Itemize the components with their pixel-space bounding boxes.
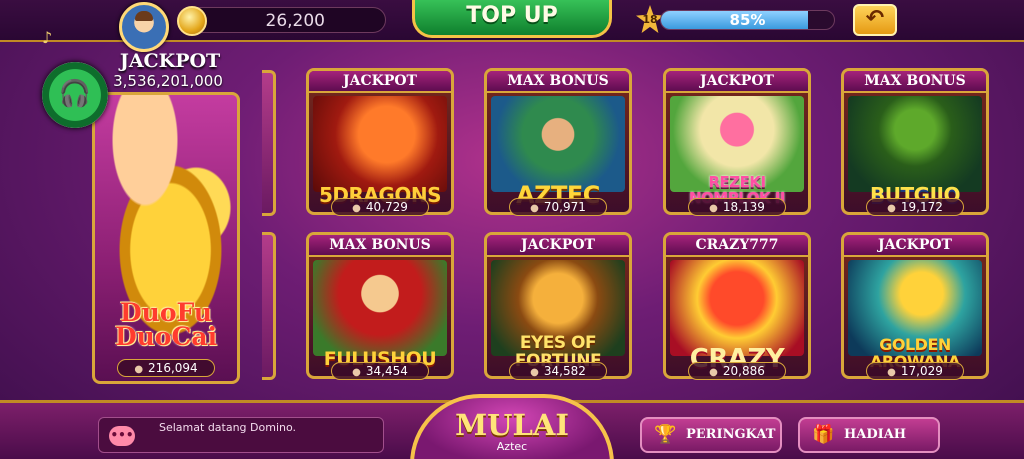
game-tile-rezeki-nomplok[interactable]: JACKPOT REZEKI NOMPLOK II ●18,139 (663, 68, 811, 216)
player-count: ● 40,729 (331, 198, 429, 216)
game-tag: JACKPOT (487, 235, 629, 257)
game-art (848, 96, 982, 192)
user-icon: ● (352, 367, 361, 378)
game-tile-5dragons[interactable]: JACKPOT 5DRAGONS ● 40,729 (306, 68, 454, 216)
music-note-icon: ♪ (42, 28, 53, 47)
chat-message-box[interactable]: ••• Selamat datang Domino. (98, 417, 384, 453)
player-count-value: 70,971 (543, 200, 586, 214)
headphone-icon[interactable]: 🎧 (42, 62, 108, 128)
user-icon: ● (530, 203, 539, 214)
user-icon: ● (134, 364, 144, 375)
chat-message-text: Selamat datang Domino. (159, 421, 297, 434)
player-count: ● 20,886 (688, 362, 786, 380)
player-count-value: 34,454 (365, 364, 408, 378)
avatar[interactable] (119, 2, 169, 52)
game-tag: JACKPOT (309, 71, 451, 93)
coin-balance: 26,200 (177, 6, 386, 36)
start-button-game: Aztec (496, 440, 528, 453)
game-tile-eyes-of-fortune[interactable]: JACKPOT EYES OF FORTUNE ● 34,582 (484, 232, 632, 380)
user-icon: ● (530, 367, 539, 378)
ranking-button[interactable]: 🏆 PERINGKAT (640, 417, 782, 453)
game-art (313, 260, 447, 356)
player-count-value: 19,172 (900, 200, 943, 214)
player-count-value: 17,029 (900, 364, 943, 378)
trophy-icon: 🏆 (654, 424, 677, 445)
player-count-value: 18,139 (722, 200, 765, 214)
coin-icon (177, 6, 207, 36)
featured-jackpot-value: 3,536,201,000 (113, 72, 223, 90)
top-up-button[interactable]: TOP UP (412, 0, 612, 38)
game-tag: MAX BONUS (487, 71, 629, 93)
player-count: ● 17,029 (866, 362, 964, 380)
my-gifts-button[interactable]: 🎁 HADIAH SAYA (798, 417, 940, 453)
coin-value: 26,200 (265, 11, 325, 31)
undo-arrow-icon: ↶ (865, 6, 885, 31)
player-count: ● 70,971 (509, 198, 607, 216)
game-art (313, 96, 447, 192)
xp-progress-bar: 85% (660, 10, 835, 30)
user-icon: ● (352, 203, 361, 214)
game-tile-golden-arowana[interactable]: JACKPOT GOLDEN AROWANA ●17,029 (841, 232, 989, 380)
game-tile-aztec[interactable]: MAX BONUS AZTEC ● 70,971 (484, 68, 632, 216)
featured-game-duofu-duocai[interactable]: DuoFu DuoCai ● 216,094 (92, 92, 240, 384)
game-tag: MAX BONUS (844, 71, 986, 93)
player-count: ● 34,582 (509, 362, 607, 380)
game-tile-butgijo[interactable]: MAX BONUS BUTGIJO ● 19,172 (841, 68, 989, 216)
player-count-value: 34,582 (543, 364, 586, 378)
player-count: ● 19,172 (866, 198, 964, 216)
game-tag: MAX BONUS (309, 235, 451, 257)
ranking-button-label: PERINGKAT (686, 427, 776, 442)
user-icon: ● (709, 203, 718, 214)
featured-player-count-value: 216,094 (148, 361, 198, 375)
player-count-value: 20,886 (722, 364, 765, 378)
user-icon: ● (887, 367, 896, 378)
featured-game-title: DuoFu DuoCai (114, 298, 218, 351)
player-count: ● 34,454 (331, 362, 429, 380)
xp-percent: 85% (729, 11, 766, 29)
my-gifts-button-label: HADIAH SAYA (844, 427, 907, 442)
partial-tile-left-top (262, 70, 276, 216)
user-icon: ● (887, 203, 896, 214)
player-count: ● 18,139 (688, 198, 786, 216)
game-art (491, 96, 625, 192)
chat-bubble-icon: ••• (109, 426, 135, 446)
game-tile-fulushou[interactable]: MAX BONUS FULUSHOU ● 34,454 (306, 232, 454, 380)
game-tag: CRAZY777 (666, 235, 808, 257)
user-icon: ● (709, 367, 718, 378)
back-button[interactable]: ↶ (853, 4, 897, 36)
game-tag: JACKPOT (844, 235, 986, 257)
featured-jackpot-label: JACKPOT (119, 50, 221, 72)
game-tag: JACKPOT (666, 71, 808, 93)
game-art (670, 260, 804, 356)
game-tile-crazy777[interactable]: CRAZY777 CRAZY ● 20,886 (663, 232, 811, 380)
start-button-label: MULAI (455, 408, 569, 442)
partial-tile-left-bottom (262, 232, 276, 380)
gift-icon: 🎁 (812, 424, 835, 445)
player-count-value: 40,729 (365, 200, 408, 214)
featured-player-count: ● 216,094 (117, 359, 215, 377)
